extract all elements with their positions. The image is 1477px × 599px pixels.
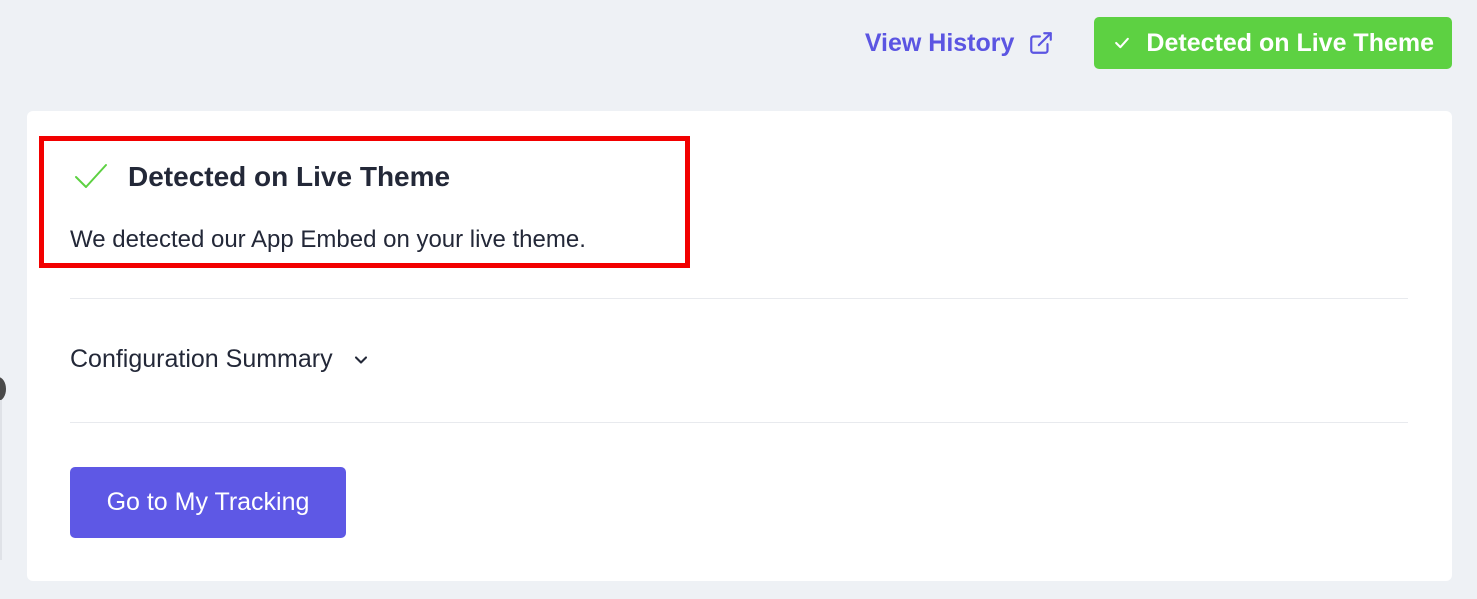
detected-header: Detected on Live Theme [74, 161, 450, 193]
edge-handle [0, 377, 6, 401]
status-badge-label: Detected on Live Theme [1146, 28, 1434, 57]
view-history-link[interactable]: View History [865, 29, 1055, 58]
detection-card: Detected on Live Theme We detected our A… [27, 111, 1452, 581]
view-history-label: View History [864, 28, 1015, 57]
chevron-down-icon [354, 355, 367, 364]
status-badge: Detected on Live Theme [1094, 17, 1452, 69]
go-to-my-tracking-button[interactable]: Go to My Tracking [70, 467, 346, 538]
top-bar: View History Detected on Live Theme [865, 17, 1452, 69]
divider [70, 422, 1408, 423]
configuration-summary-toggle[interactable]: Configuration Summary [70, 345, 371, 374]
detected-title: Detected on Live Theme [128, 161, 451, 192]
edge-line [0, 400, 2, 560]
external-link-icon [1030, 32, 1053, 54]
divider [70, 298, 1408, 299]
detected-description: We detected our App Embed on your live t… [70, 226, 586, 253]
check-icon [75, 164, 107, 188]
configuration-summary-label: Configuration Summary [70, 345, 333, 373]
check-icon [1115, 37, 1130, 49]
